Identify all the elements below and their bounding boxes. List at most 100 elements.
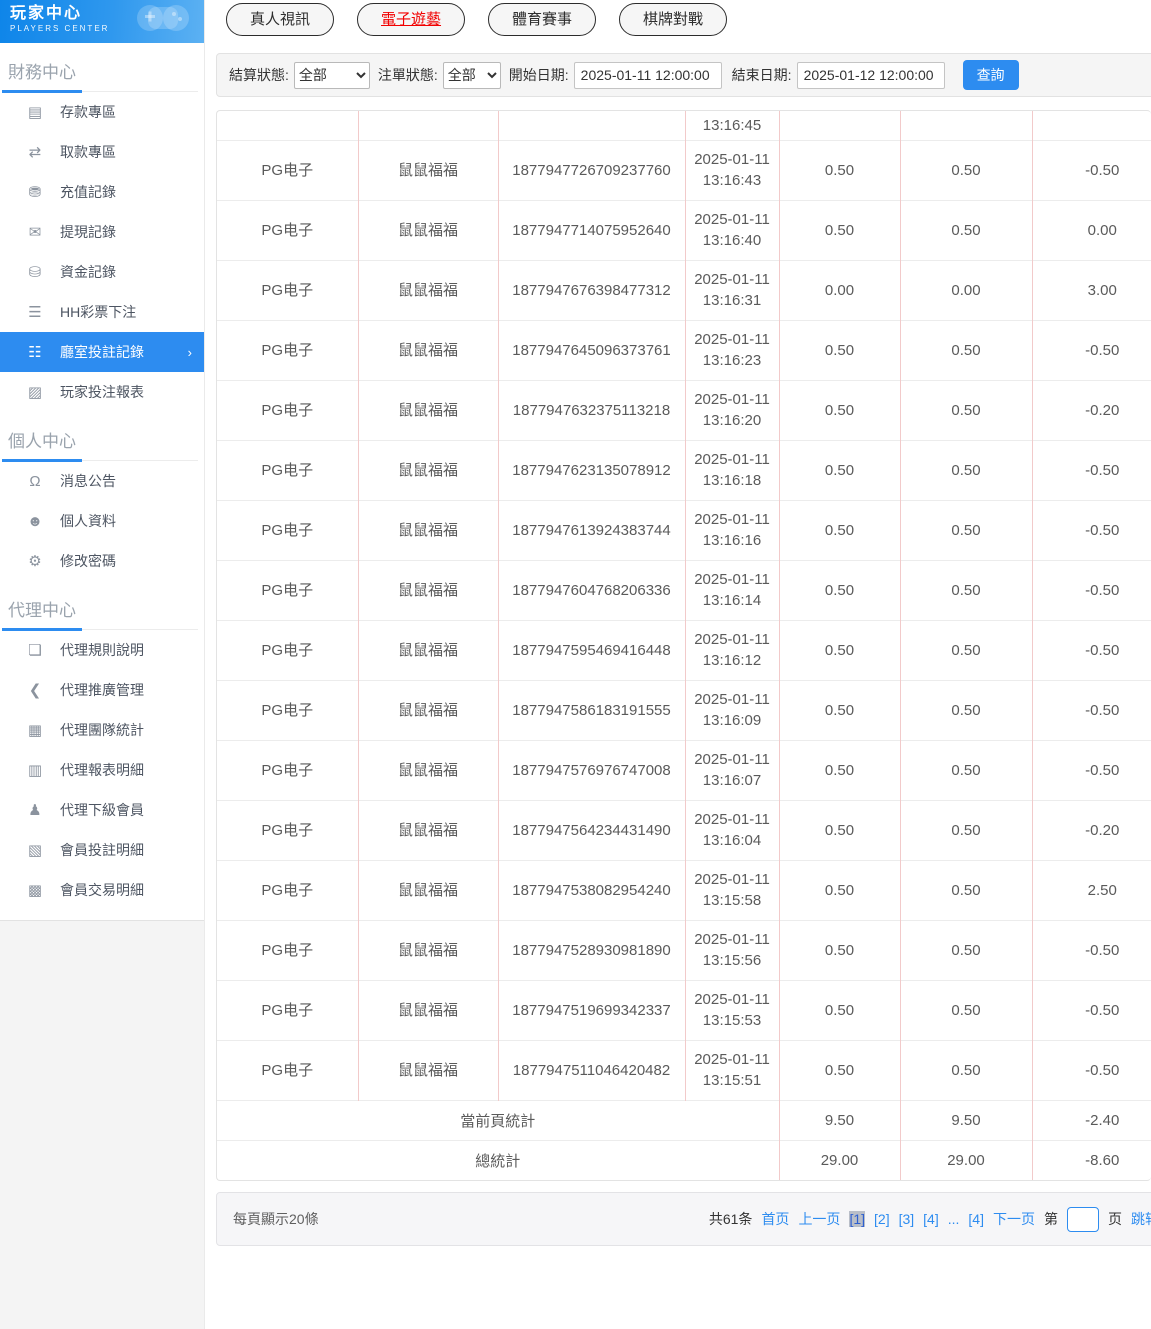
cell-game-name: 鼠鼠福福 (357, 259, 498, 320)
total-count-text: 共61条 (708, 1211, 753, 1227)
sidebar-item-label: 取款專區 (60, 144, 116, 160)
sidebar-item-2-2[interactable]: ▦代理團隊統計› (0, 710, 204, 750)
cell-valid-amount: 0.50 (899, 319, 1032, 380)
sidebar-item-2-0[interactable]: ❏代理規則說明› (0, 630, 204, 670)
table-row: PG电子 鼠鼠福福 1877947586183191555 2025-01-11 13:… (217, 679, 1151, 740)
cell-time: 2025-01-11 13:15:58 (684, 859, 779, 920)
sidebar-item-0-6[interactable]: ☷ 廳室投註記錄 › (0, 332, 204, 372)
game-category-tabs: 真人視訊 電子遊藝 體育賽事 棋牌對戰 (216, 0, 1151, 36)
gamepad-icon (137, 5, 189, 31)
first-page-link[interactable]: 首页 (761, 1209, 789, 1229)
cell-order-number: 1877947623135078912 (497, 439, 685, 500)
cell-time: 2025-01-11 13:16:12 (684, 619, 779, 680)
sidebar: 玩家中心 PLAYERS CENTER 財務中心▤存款專區›⇄取款專區›⛃充值記… (0, 0, 205, 1329)
cell-time: 2025-01-11 13:15:53 (684, 979, 779, 1040)
cell-game-name: 鼠鼠福福 (357, 859, 498, 920)
page-link-3[interactable]: [3] (899, 1211, 915, 1227)
jump-button[interactable]: 跳转 (1131, 1209, 1151, 1229)
time-text: 2025-01-11 13:16:20 (694, 391, 770, 429)
cell-bet-amount: 0.50 (778, 1039, 900, 1100)
cell-provider: PG电子 (217, 859, 358, 920)
sidebar-item-label: 提現記錄 (60, 224, 116, 240)
cell-provider: PG电子 (217, 559, 358, 620)
sidebar-item-2-4[interactable]: ♟代理下級會員› (0, 790, 204, 830)
sidebar-item-label: 廳室投註記錄 (60, 344, 144, 360)
tab-3[interactable]: 棋牌對戰 (619, 3, 728, 36)
cell-game-name: 鼠鼠福福 (357, 499, 498, 560)
cell-valid-amount: 0.50 (899, 1039, 1032, 1100)
tab-0[interactable]: 真人視訊 (226, 3, 335, 36)
page-link-1[interactable]: [1] (849, 1211, 866, 1227)
cell-game-name (357, 111, 498, 140)
next-page-link[interactable]: 下一页 (993, 1209, 1035, 1229)
jump-suffix-label: 页 (1108, 1211, 1122, 1227)
sidebar-item-2-3[interactable]: ▥代理報表明細› (0, 750, 204, 790)
page-size-text: 每頁顯示20條 (233, 1211, 319, 1227)
cell-bet-amount (778, 111, 900, 140)
sidebar-item-0-2[interactable]: ⛃充值記錄› (0, 172, 204, 212)
cell-provider: PG电子 (217, 259, 358, 320)
tab-1[interactable]: 電子遊藝 (357, 3, 466, 36)
cell-profit: 3.00 (1031, 259, 1151, 320)
cell-valid-amount: 0.50 (899, 799, 1032, 860)
end-date-input[interactable] (796, 61, 945, 89)
table-row: PG电子 鼠鼠福福 1877947613924383744 2025-01-11 13:… (217, 499, 1151, 560)
cell-bet-amount: 0.50 (778, 919, 900, 980)
sidebar-item-2-1[interactable]: ❮代理推廣管理› (0, 670, 204, 710)
cell-valid-amount: 0.50 (899, 859, 1032, 920)
start-date-label: 開始日期: (508, 67, 569, 83)
cell-provider (217, 111, 358, 140)
sidebar-item-label: 個人資料 (60, 513, 116, 529)
sidebar-item-1-2[interactable]: ⚙修改密碼› (0, 541, 204, 581)
cell-order-number: 1877947586183191555 (497, 679, 685, 740)
settle-status-select[interactable]: 全部 (293, 61, 370, 89)
search-button[interactable]: 查詢 (962, 60, 1019, 90)
cell-bet-amount: 0.50 (778, 799, 900, 860)
last-page-link[interactable]: [4] (968, 1211, 984, 1227)
bet-records-table: 13:16:45 PG电子 鼠鼠福福 1877947726709237760 2025-… (217, 111, 1151, 1180)
time-text: 2025-01-11 13:16:12 (694, 631, 770, 669)
time-text: 2025-01-11 13:16:40 (694, 211, 770, 249)
tab-2[interactable]: 體育賽事 (488, 3, 597, 36)
sidebar-item-0-3[interactable]: ✉提現記錄› (0, 212, 204, 252)
cell-time: 13:16:45 (684, 111, 779, 140)
table-row: PG电子 鼠鼠福福 1877947604768206336 2025-01-11 13:… (217, 559, 1151, 620)
sidebar-item-2-5[interactable]: ▧會員投註明細› (0, 830, 204, 870)
sidebar-item-0-5[interactable]: ☰HH彩票下注› (0, 292, 204, 332)
sidebar-item-label: 代理規則說明 (60, 642, 144, 658)
sidebar-item-0-4[interactable]: ⛁資金記錄› (0, 252, 204, 292)
sidebar-item-1-0[interactable]: Ω消息公告› (0, 461, 204, 501)
cell-order-number: 1877947714075952640 (497, 199, 685, 260)
jump-page-input[interactable] (1067, 1206, 1099, 1232)
sidebar-item-label: 資金記錄 (60, 264, 116, 280)
sidebar-header: 玩家中心 PLAYERS CENTER (0, 0, 204, 43)
cell-game-name: 鼠鼠福福 (357, 1039, 498, 1100)
time-text: 2025-01-11 13:16:09 (694, 691, 770, 729)
cell-game-name: 鼠鼠福福 (357, 379, 498, 440)
table-row: PG电子 鼠鼠福福 1877947528930981890 2025-01-11 13:… (217, 919, 1151, 980)
sidebar-item-2-6[interactable]: ▩會員交易明細› (0, 870, 204, 910)
cell-game-name: 鼠鼠福福 (357, 319, 498, 380)
sidebar-item-1-1[interactable]: ☻個人資料› (0, 501, 204, 541)
sidebar-filler (0, 921, 204, 1329)
cell-valid-amount: 0.50 (899, 199, 1032, 260)
order-status-label: 注單狀態: (377, 67, 438, 83)
sidebar-item-0-0[interactable]: ▤存款專區› (0, 92, 204, 132)
sidebar-item-0-1[interactable]: ⇄取款專區› (0, 132, 204, 172)
sidebar-item-label: 代理團隊統計 (60, 722, 144, 738)
prev-page-link[interactable]: 上一页 (798, 1209, 840, 1229)
start-date-input[interactable] (573, 61, 722, 89)
table-row: PG电子 鼠鼠福福 1877947595469416448 2025-01-11 13:… (217, 619, 1151, 680)
cell-provider: PG电子 (217, 439, 358, 500)
page-link-2[interactable]: [2] (874, 1211, 890, 1227)
cell-valid-amount: 0.50 (899, 619, 1032, 680)
cell-bet-amount: 0.50 (778, 199, 900, 260)
cell-valid-amount: 0.50 (899, 739, 1032, 800)
sidebar-item-0-7[interactable]: ▨玩家投注報表› (0, 372, 204, 412)
cell-profit: -0.50 (1031, 919, 1151, 980)
cell-provider: PG电子 (217, 1039, 358, 1100)
transfer-icon: ⇄ (28, 144, 42, 161)
order-status-select[interactable]: 全部 (442, 61, 501, 89)
page-link-4[interactable]: [4] (923, 1211, 939, 1227)
cell-provider: PG电子 (217, 319, 358, 380)
